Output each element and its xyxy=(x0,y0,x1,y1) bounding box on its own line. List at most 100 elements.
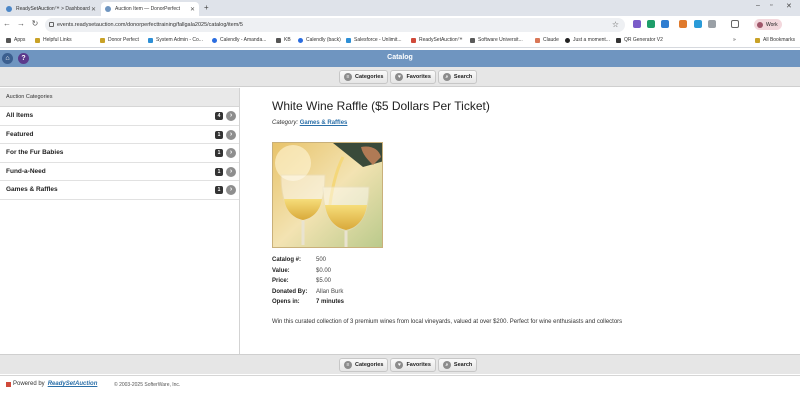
button-label: Search xyxy=(453,74,473,80)
bookmark-label: KB xyxy=(284,37,291,43)
detail-value: 7 minutes xyxy=(316,299,345,306)
bookmark-star-icon[interactable]: ☆ xyxy=(612,20,619,29)
detail-value: 500 xyxy=(316,257,327,264)
item-photo xyxy=(272,142,383,248)
bookmark-system-admin[interactable]: System Admin - Co... xyxy=(148,37,203,43)
bookmark-label: Helpful Links xyxy=(43,37,72,43)
category-link[interactable]: Games & Raffles xyxy=(300,120,348,126)
bookmark-qr-generator[interactable]: QR Generator V2 xyxy=(616,37,663,43)
category-label: Fund-a-Need xyxy=(6,167,46,175)
tab-close-icon[interactable]: ✕ xyxy=(91,6,96,13)
bookmark-label: All Bookmarks xyxy=(763,37,795,43)
sidebar-item-featured[interactable]: Featured 1 › xyxy=(0,126,239,144)
bookmark-readysetauction[interactable]: ReadySetAuction™ xyxy=(411,37,463,43)
search-button[interactable]: ⌕ Search xyxy=(437,358,478,372)
folder-icon xyxy=(35,37,40,43)
browser-tab-bar: ReadySetAuction™ > Dashboard ✕ Auction I… xyxy=(0,0,800,16)
category-label: Featured xyxy=(6,130,34,138)
favorites-button[interactable]: ♥ Favorites xyxy=(390,70,436,84)
profile-chip[interactable]: Work xyxy=(754,19,782,30)
bookmark-calendly-back[interactable]: Calendly (back) xyxy=(298,37,341,43)
extensions-puzzle-icon[interactable] xyxy=(708,20,716,28)
chevron-right-icon: › xyxy=(226,111,236,121)
sidebar-item-games-raffles[interactable]: Games & Raffles 1 › xyxy=(0,181,239,200)
detail-label: Value: xyxy=(272,267,290,274)
maximize-icon[interactable]: ▫ xyxy=(770,2,772,9)
bookmark-label: Apps xyxy=(14,37,26,43)
rsa-icon xyxy=(411,37,416,43)
bookmark-helpful-links[interactable]: Helpful Links xyxy=(35,37,72,43)
bookmarks-overflow-icon[interactable]: » xyxy=(733,37,736,43)
button-label: Categories xyxy=(355,74,384,80)
address-url: events.readysetauction.com/donorperfectt… xyxy=(57,22,243,28)
detail-label: Opens in: xyxy=(272,299,300,306)
minimize-icon[interactable]: – xyxy=(756,2,760,9)
detail-value: Allan Burk xyxy=(316,288,344,295)
detail-value: $5.00 xyxy=(316,278,332,285)
button-label: Favorites xyxy=(406,362,431,368)
site-info-icon[interactable] xyxy=(49,22,54,27)
bookmark-just-a-moment[interactable]: Just a moment... xyxy=(565,37,610,43)
bookmark-calendly-amanda[interactable]: Calendly - Amanda... xyxy=(212,37,266,43)
sidebar-item-all-items[interactable]: All Items 4 › xyxy=(0,107,239,126)
favorites-button[interactable]: ♥ Favorites xyxy=(390,358,436,372)
profile-name: Work xyxy=(766,21,778,28)
bookmark-label: QR Generator V2 xyxy=(624,37,663,43)
window-close-icon[interactable]: ✕ xyxy=(786,2,792,10)
page-title: Catalog xyxy=(387,54,413,61)
item-details: Catalog #: 500 Value: $0.00 Price: $5.00 Do… xyxy=(272,255,344,308)
category-caption: Category: xyxy=(272,120,299,126)
extension-icon[interactable] xyxy=(647,20,655,28)
bookmark-salesforce[interactable]: Salesforce - Unlimit... xyxy=(346,37,402,43)
browser-tab-dashboard[interactable]: ReadySetAuction™ > Dashboard ✕ xyxy=(2,2,100,16)
detail-label: Catalog #: xyxy=(272,257,302,264)
chevron-right-icon: › xyxy=(226,185,236,195)
globe-icon xyxy=(565,37,570,43)
chevron-right-icon: › xyxy=(226,166,236,177)
address-bar[interactable]: events.readysetauction.com/donorperfectt… xyxy=(45,18,625,32)
wine-glasses-image xyxy=(273,143,382,247)
cloud-icon xyxy=(346,37,351,43)
extension-icon[interactable] xyxy=(694,20,702,28)
tab-close-icon[interactable]: ✕ xyxy=(190,6,195,13)
catalog-nav-top: ≡ Categories ♥ Favorites ⌕ Search xyxy=(0,67,800,87)
extension-icon[interactable] xyxy=(679,20,687,28)
extension-icon[interactable] xyxy=(633,20,641,28)
powered-by-label: Powered by xyxy=(13,381,45,387)
side-panel-icon[interactable] xyxy=(731,20,739,28)
button-label: Search xyxy=(453,362,473,368)
sidebar-item-fund-a-need[interactable]: Fund-a-Need 1 › xyxy=(0,163,239,181)
categories-button[interactable]: ≡ Categories xyxy=(339,70,389,84)
new-tab-icon[interactable]: + xyxy=(204,3,209,12)
bookmark-software-university[interactable]: Software Universit... xyxy=(470,37,523,43)
search-button[interactable]: ⌕ Search xyxy=(437,70,478,84)
category-sidebar: Auction Categories All Items 4 › Feature… xyxy=(0,88,240,354)
rsa-logo-icon xyxy=(6,381,11,387)
bookmark-donor-perfect[interactable]: Donor Perfect xyxy=(100,37,139,43)
bookmark-kb[interactable]: KB xyxy=(276,37,291,43)
brand-link[interactable]: ReadySetAuction xyxy=(48,381,98,387)
categories-button[interactable]: ≡ Categories xyxy=(339,358,389,372)
back-icon[interactable]: ← xyxy=(2,19,12,28)
bookmark-all-bookmarks[interactable]: All Bookmarks xyxy=(755,37,795,43)
forward-icon[interactable]: → xyxy=(16,19,26,28)
calendly-icon xyxy=(298,37,303,43)
chevron-right-icon: › xyxy=(226,129,236,140)
browser-tab-auction-item[interactable]: Auction Item — DonorPerfect ✕ xyxy=(101,2,199,16)
search-icon: ⌕ xyxy=(442,73,451,81)
bookmark-label: System Admin - Co... xyxy=(156,37,203,43)
university-icon xyxy=(470,37,475,43)
folder-icon xyxy=(755,37,760,43)
extension-icon[interactable] xyxy=(661,20,669,28)
detail-row-price: Price: $5.00 xyxy=(272,276,344,287)
bookmarks-bar: Apps Helpful Links Donor Perfect System … xyxy=(0,34,800,48)
sidebar-item-fur-babies[interactable]: For the Fur Babies 1 › xyxy=(0,144,239,163)
chevron-right-icon: › xyxy=(226,148,236,158)
qr-icon xyxy=(616,37,621,43)
app-header: ⌂ ? Catalog xyxy=(0,50,800,67)
category-label: Games & Raffles xyxy=(6,186,58,193)
reload-icon[interactable]: ↻ xyxy=(30,19,40,28)
bookmark-claude[interactable]: Claude xyxy=(535,37,559,43)
bookmark-apps[interactable]: Apps xyxy=(6,37,25,43)
bookmark-label: Salesforce - Unlimit... xyxy=(354,37,402,43)
